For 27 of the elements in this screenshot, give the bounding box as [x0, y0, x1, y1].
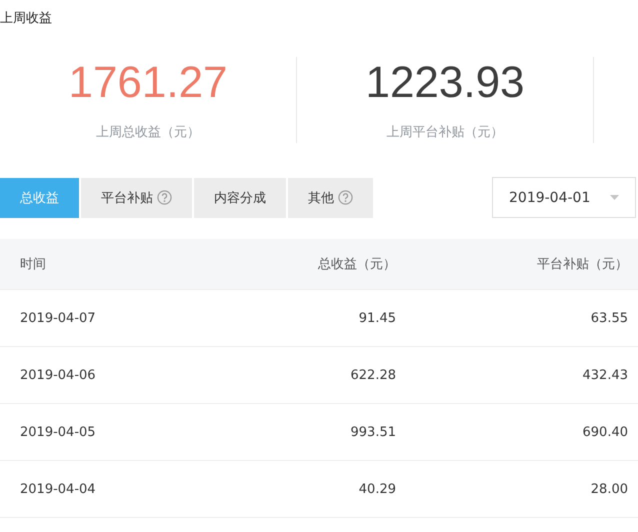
column-header: 总收益（元） [318, 256, 396, 273]
table-cell: 993.51 [350, 424, 396, 440]
table-cell-text: 2019-04-07 [19, 310, 96, 326]
caret-icon [610, 195, 619, 200]
date-dropdown[interactable]: 2019-04-01 [492, 177, 636, 218]
table-cell: 690.40 [582, 424, 628, 440]
table-cell: 432.43 [582, 368, 628, 382]
table-cell-text: 2019-04-04 [19, 482, 96, 496]
tab[interactable]: 平台补贴 [81, 178, 192, 218]
table-cell-text: 2019-04-06 [19, 368, 96, 382]
stat-label: 上周平台补贴（元） [386, 124, 504, 141]
stat-value: 1761.27 [68, 57, 228, 109]
table-cell: 63.55 [590, 310, 628, 326]
help-icon[interactable] [338, 190, 353, 205]
table-cell-text: 2019-04-05 [19, 424, 96, 440]
table-cell: 622.28 [350, 368, 396, 382]
tab[interactable]: 其他 [288, 178, 373, 218]
table-cell: 28.00 [590, 482, 628, 496]
column-header: 平台补贴（元） [537, 256, 628, 273]
stat-value: 1223.93 [365, 57, 525, 109]
column-header: 时间 [19, 256, 46, 273]
help-icon[interactable] [157, 190, 172, 205]
table-cell: 40.29 [358, 482, 396, 496]
tab[interactable]: 内容分成 [194, 178, 286, 218]
table-cell: 91.45 [358, 310, 396, 326]
section-title: 上周收益 [0, 10, 53, 28]
stat-label: 上周总收益（元） [96, 124, 200, 141]
